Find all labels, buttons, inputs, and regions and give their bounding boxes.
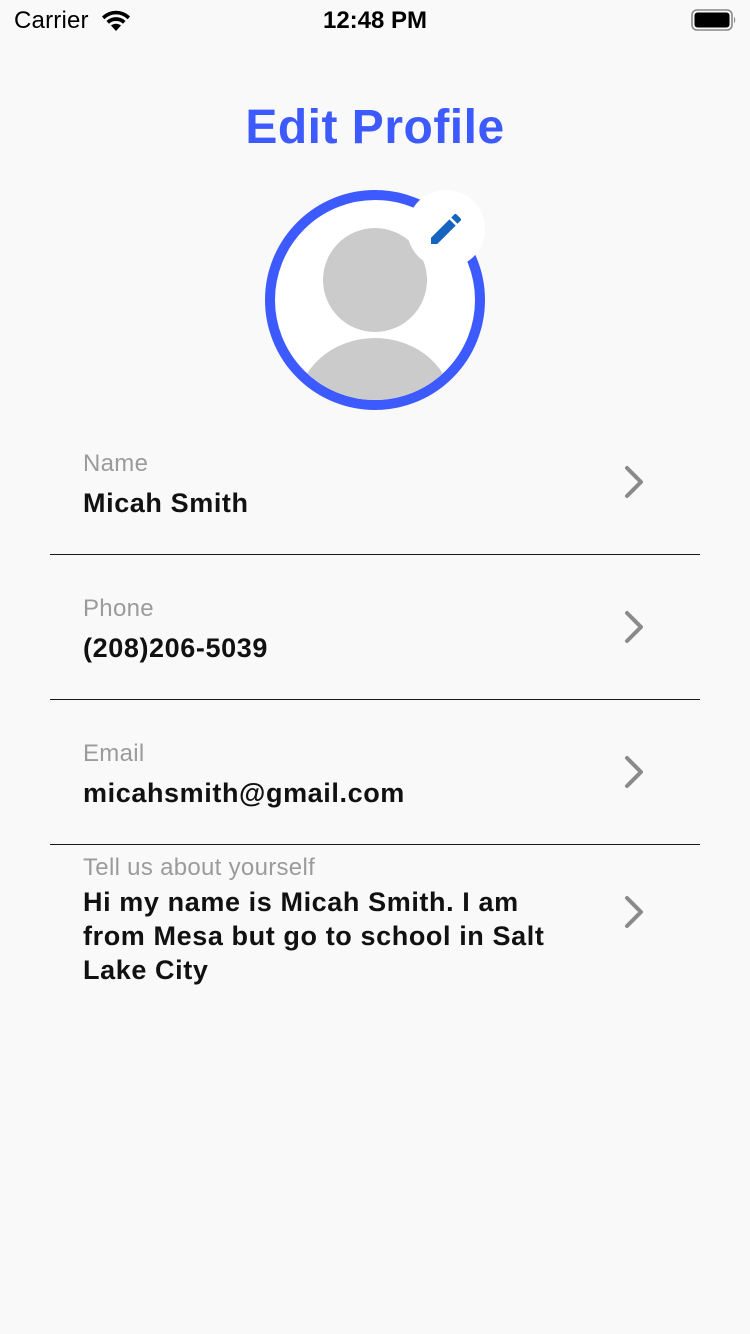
battery-icon (691, 9, 736, 31)
chevron-right-icon (625, 611, 643, 643)
divider (50, 554, 700, 555)
about-label: Tell us about yourself (83, 854, 316, 881)
edit-profile-screen: Carrier 12:48 PM Edit Profile Name Micah… (0, 0, 750, 1334)
pencil-icon (431, 213, 462, 244)
page-title: Edit Profile (245, 101, 505, 154)
phone-field-row[interactable]: Phone (208)206-5039 (50, 593, 700, 699)
email-value: micahsmith@gmail.com (83, 778, 405, 808)
avatar-placeholder-body (297, 338, 453, 400)
status-time: 12:48 PM (322, 7, 428, 34)
about-field-row[interactable]: Tell us about yourself Hi my name is Mic… (50, 852, 700, 992)
chevron-right-icon (625, 756, 643, 788)
name-label: Name (83, 450, 149, 477)
email-label: Email (83, 740, 145, 767)
email-field-row[interactable]: Email micahsmith@gmail.com (50, 738, 700, 844)
profile-avatar[interactable] (265, 190, 485, 410)
status-bar: Carrier 12:48 PM (0, 0, 750, 40)
chevron-right-icon (625, 896, 643, 928)
phone-value: (208)206-5039 (83, 633, 268, 663)
edit-avatar-button[interactable] (407, 190, 485, 268)
divider (50, 699, 700, 700)
name-value: Micah Smith (83, 488, 249, 518)
chevron-right-icon (625, 466, 643, 498)
divider (50, 844, 700, 845)
phone-label: Phone (83, 595, 154, 622)
name-field-row[interactable]: Name Micah Smith (50, 448, 700, 554)
about-value: Hi my name is Micah Smith. I am from Mes… (83, 887, 545, 985)
